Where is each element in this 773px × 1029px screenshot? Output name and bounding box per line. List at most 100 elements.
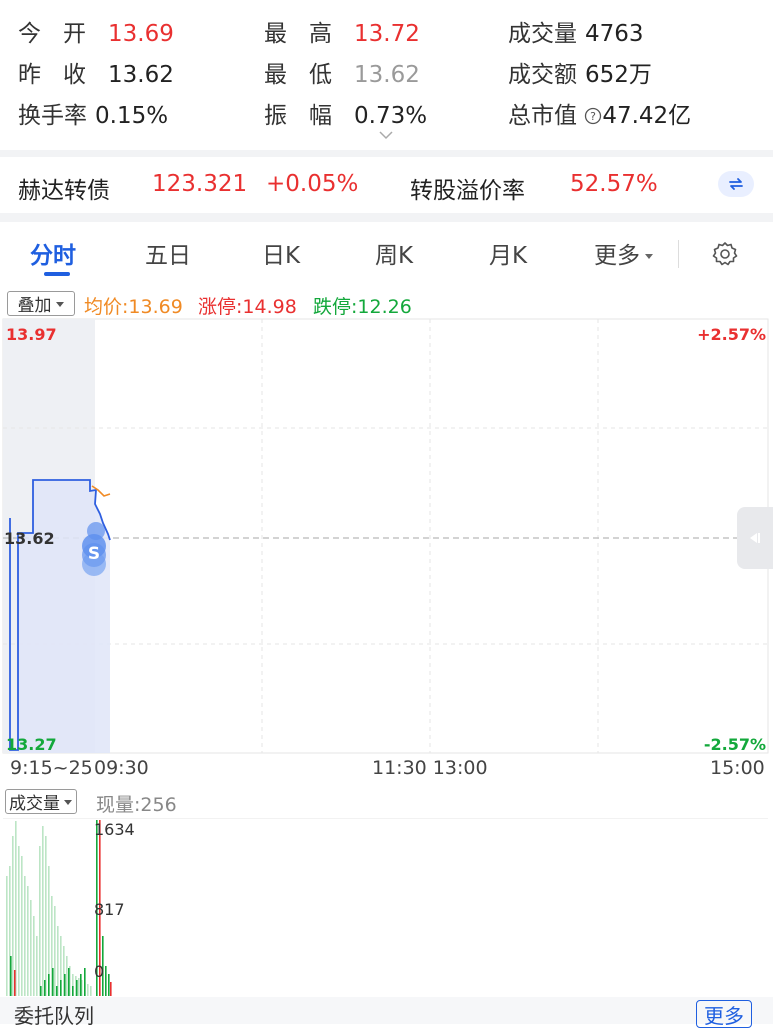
svg-text:?: ? (590, 110, 596, 123)
turnover-rate-value: 0.15% (95, 103, 169, 129)
premium-value: 52.57% (570, 171, 658, 197)
quote-row-1: 今开13.69 最高13.72 成交量 4763 (0, 14, 773, 54)
open-cell: 今开13.69 (18, 14, 174, 48)
dropdown-triangle-icon (55, 301, 64, 307)
tab-separator (678, 240, 679, 268)
switch-button[interactable] (718, 171, 754, 197)
volume-bar (42, 826, 44, 996)
settings-gear-icon[interactable] (711, 240, 739, 268)
prev-close-cell: 昨收13.62 (18, 55, 174, 89)
avg-price-legend: 均价:13.69 (84, 296, 183, 318)
low-label: 最低 (264, 62, 354, 88)
divider (0, 150, 773, 157)
volume-bar (52, 968, 54, 996)
volume-bar (56, 986, 58, 996)
volume-axis-zero: 0 (94, 962, 104, 981)
amount-value: 652万 (585, 62, 652, 88)
pct-axis-bottom: -2.57% (704, 735, 766, 754)
volume-bar (110, 982, 112, 996)
prev-close-value: 13.62 (108, 62, 174, 88)
overlay-label: 叠加 (17, 296, 52, 316)
tab-weekly-k[interactable]: 周K (375, 236, 413, 270)
amplitude-label: 振幅 (264, 103, 354, 129)
tab-daily-k[interactable]: 日K (262, 236, 300, 270)
open-label: 今开 (18, 21, 108, 47)
tab-intraday[interactable]: 分时 (30, 236, 76, 270)
volume-bar (36, 936, 38, 996)
volume-chart[interactable]: 1634 817 0 (0, 818, 773, 997)
volume-bar (60, 980, 62, 996)
order-queue-title: 委托队列 (14, 1004, 94, 1028)
volume-bar (76, 980, 78, 996)
low-value: 13.62 (354, 62, 420, 88)
market-cap-cell[interactable]: 总市值 ? 47.42亿 (508, 96, 691, 130)
bond-change: +0.05% (266, 171, 359, 197)
price-axis-bottom: 13.27 (6, 735, 57, 754)
volume-bar (39, 846, 41, 996)
current-volume: 现量:256 (96, 794, 177, 816)
expand-chevron-icon[interactable] (378, 130, 394, 140)
volume-bar (57, 926, 59, 996)
volume-selector-label: 成交量 (9, 794, 60, 814)
tab-more-label: 更多 (594, 243, 640, 269)
time-axis-midday: 11:30 13:00 (372, 757, 488, 779)
amplitude-cell: 振幅0.73% (264, 96, 427, 130)
volume-indicator-dropdown[interactable]: 成交量 (5, 789, 77, 814)
volume-bar (87, 984, 89, 996)
intraday-price-chart[interactable]: S 13.97 13.62 13.27 +2.57% -2.57% (0, 318, 773, 757)
prev-close-label: 昨收 (18, 62, 108, 88)
volume-bar (6, 876, 8, 996)
chart-tabs: 分时 五日 日K 周K 月K 更多 (0, 228, 773, 278)
quote-row-2: 昨收13.62 最低13.62 成交额 652万 (0, 55, 773, 95)
high-cell: 最高13.72 (264, 14, 420, 48)
volume-bar (54, 906, 56, 996)
turnover-rate-cell: 换手率 0.15% (18, 96, 168, 130)
order-queue-bar: 委托队列 (0, 997, 773, 1028)
limit-down-legend: 跌停:12.26 (313, 296, 412, 318)
limit-up-legend: 涨停:14.98 (198, 296, 297, 318)
bond-strip[interactable]: 赫达转债 123.321 +0.05% 转股溢价率 52.57% (0, 157, 773, 213)
volume-bar (33, 916, 35, 996)
volume-axis-max: 1634 (94, 820, 135, 839)
volume-label: 成交量 (508, 21, 577, 47)
volume-bar (48, 974, 50, 996)
time-axis-open: 09:30 (94, 757, 149, 779)
volume-bar (12, 836, 14, 996)
market-cap-label: 总市值 (508, 103, 577, 129)
swap-icon (729, 178, 743, 190)
volume-bar (68, 968, 70, 996)
volume-bar (14, 970, 16, 996)
tab-more[interactable]: 更多 (594, 236, 655, 270)
time-axis-auction: 9:15~25 (10, 757, 93, 779)
chart-grid (3, 319, 768, 753)
low-cell: 最低13.62 (264, 55, 420, 89)
high-label: 最高 (264, 21, 354, 47)
pct-axis-top: +2.57% (697, 325, 766, 344)
volume-bar (45, 836, 47, 996)
volume-cell: 成交量 4763 (508, 14, 644, 48)
bond-name[interactable]: 赫达转债 (18, 171, 110, 205)
open-value: 13.69 (108, 21, 174, 47)
volume-bar (90, 986, 92, 996)
tab-monthly-k[interactable]: 月K (489, 236, 527, 270)
volume-bar (10, 956, 12, 996)
volume-axis-mid: 817 (94, 900, 125, 919)
volume-bar (18, 846, 20, 996)
volume-bar (66, 956, 68, 996)
tab-five-day[interactable]: 五日 (145, 236, 191, 270)
volume-bar (24, 876, 26, 996)
trade-marker (87, 522, 105, 540)
amount-cell: 成交额 652万 (508, 55, 652, 89)
volume-bar (84, 968, 86, 996)
volume-bar (64, 974, 66, 996)
price-axis-top: 13.97 (6, 325, 57, 344)
volume-bar (15, 821, 17, 996)
volume-bar (44, 980, 46, 996)
side-panel-handle[interactable] (737, 507, 773, 569)
overlay-dropdown[interactable]: 叠加 (7, 291, 75, 316)
dropdown-triangle-icon (64, 799, 72, 805)
volume-bar (105, 966, 107, 996)
turnover-rate-label: 换手率 (18, 103, 87, 129)
active-tab-indicator (44, 272, 70, 276)
help-icon[interactable]: ? (584, 107, 602, 125)
